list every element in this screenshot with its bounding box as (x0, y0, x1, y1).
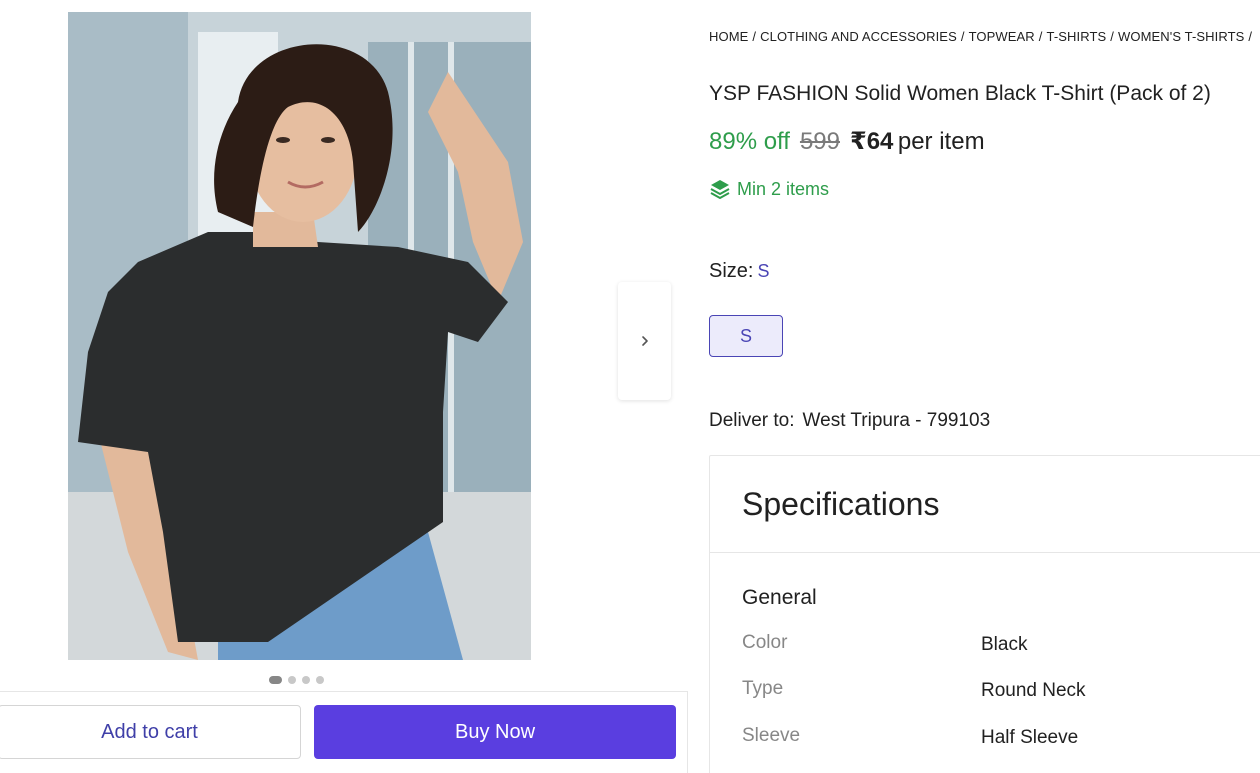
add-to-cart-button[interactable]: Add to cart (0, 705, 301, 759)
spec-group-title: General (742, 586, 817, 609)
specifications-card: Specifications General Color Black Type … (709, 455, 1260, 773)
deliver-to-label: Deliver to: (709, 410, 795, 431)
size-label-key: Size: (709, 260, 754, 282)
gallery-dot[interactable] (269, 676, 282, 684)
discount-percent: 89% off (709, 128, 790, 155)
purchase-action-bar: Add to cart Buy Now (0, 691, 688, 773)
gallery-pagination (269, 676, 324, 684)
specifications-header: Specifications (710, 456, 1260, 553)
size-label-value: S (757, 261, 770, 281)
gallery-dot[interactable] (288, 676, 296, 684)
deliver-to-value[interactable]: West Tripura - 799103 (803, 410, 991, 431)
spec-key: Type (742, 678, 784, 699)
price-row: 89% off 599 ₹64 per item (709, 127, 985, 156)
delivery-location: Deliver to: West Tripura - 799103 (709, 410, 990, 432)
breadcrumb-home[interactable]: HOME (709, 29, 748, 44)
spec-value: Black (981, 634, 1028, 655)
spec-value: Half Sleeve (981, 727, 1079, 748)
breadcrumb-tshirts[interactable]: T-SHIRTS (1047, 29, 1107, 44)
specifications-title: Specifications (742, 485, 940, 522)
buy-now-button[interactable]: Buy Now (314, 705, 676, 759)
min-items-label: Min 2 items (737, 178, 830, 199)
min-items-note: Min 2 items (709, 178, 829, 200)
next-image-button[interactable] (618, 282, 671, 400)
price-suffix: per item (897, 128, 985, 155)
breadcrumb-womens-tshirts[interactable]: WOMEN'S T-SHIRTS (1118, 29, 1244, 44)
layers-icon (710, 180, 730, 199)
gallery-dot[interactable] (316, 676, 324, 684)
spec-key: Sleeve (742, 725, 801, 746)
product-photo (68, 12, 531, 660)
original-price: 599 (799, 128, 840, 155)
spec-value: Round Neck (981, 680, 1086, 701)
breadcrumb: HOME / CLOTHING AND ACCESSORIES / TOPWEAR / T-… (709, 29, 1253, 44)
breadcrumb-clothing[interactable]: CLOTHING AND ACCESSORIES (760, 29, 957, 44)
chevron-right-icon (641, 336, 648, 346)
product-title: YSP FASHION Solid Women Black T-Shirt (P… (709, 82, 1211, 105)
product-gallery: Add to cart Buy Now (0, 0, 690, 773)
breadcrumb-topwear[interactable]: TOPWEAR (969, 29, 1035, 44)
spec-key: Color (742, 632, 788, 653)
gallery-dot[interactable] (302, 676, 310, 684)
product-image[interactable] (68, 12, 531, 660)
size-label: Size: S (709, 260, 769, 283)
size-option-s[interactable]: S (709, 315, 783, 357)
product-details: HOME / CLOTHING AND ACCESSORIES / TOPWEAR / T-… (709, 0, 1260, 773)
selling-price: ₹64 (850, 128, 894, 155)
